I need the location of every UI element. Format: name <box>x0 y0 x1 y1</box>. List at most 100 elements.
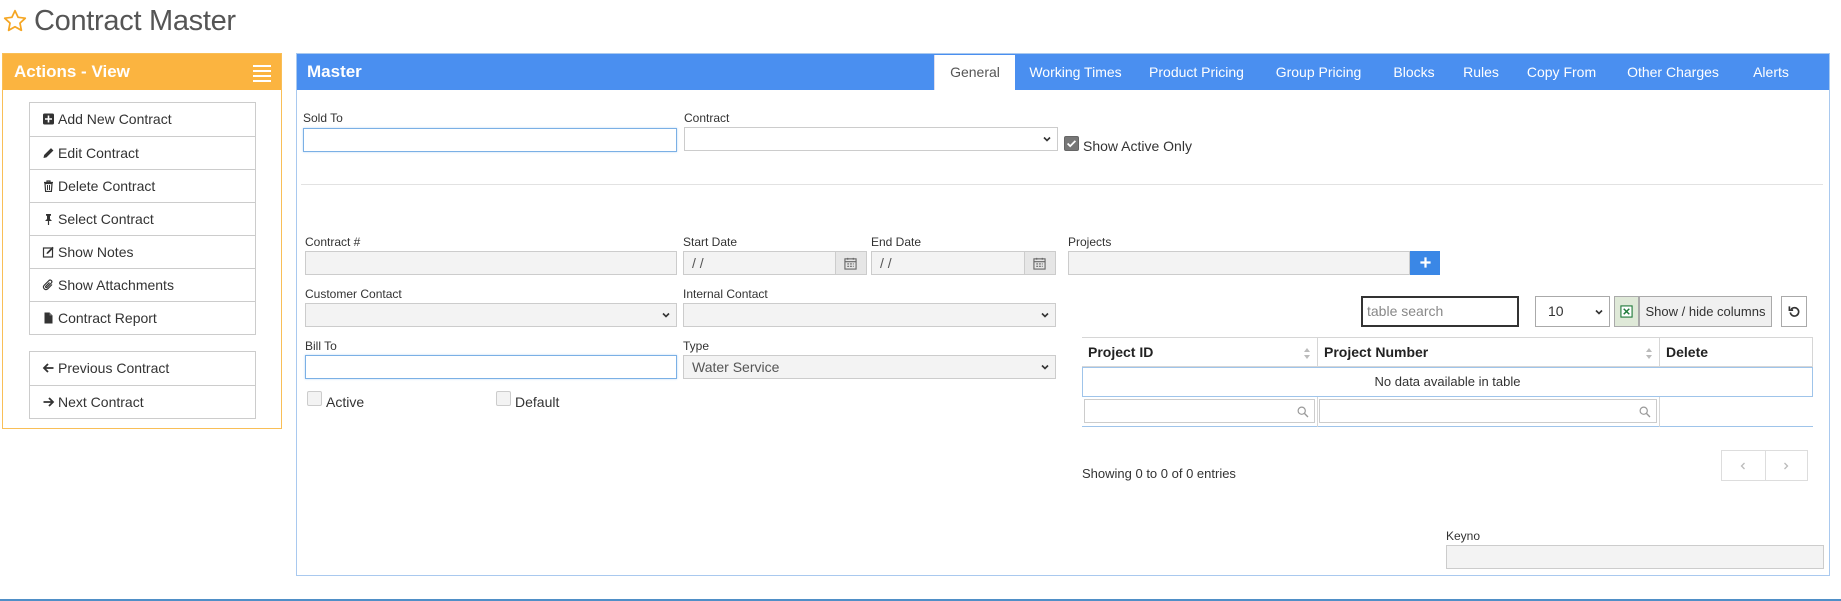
actions-header: Actions - View <box>3 54 281 90</box>
keyno-input[interactable] <box>1446 545 1824 569</box>
show-attachments-button[interactable]: Show Attachments <box>30 268 255 301</box>
table-empty-row: No data available in table <box>1082 367 1813 397</box>
edit-contract-button[interactable]: Edit Contract <box>30 136 255 169</box>
action-list-main: Add New Contract Edit Contract Delete Co… <box>29 102 256 335</box>
tab-alerts[interactable]: Alerts <box>1735 54 1807 91</box>
previous-contract-button[interactable]: Previous Contract <box>30 352 255 385</box>
show-attachments-label: Show Attachments <box>58 277 174 293</box>
show-active-only-label: Show Active Only <box>1083 138 1192 154</box>
tab-other-charges[interactable]: Other Charges <box>1611 54 1735 91</box>
calendar-icon <box>1033 257 1046 270</box>
previous-page-button[interactable] <box>1722 451 1766 480</box>
end-date-input[interactable]: / / <box>871 251 1056 275</box>
menu-icon[interactable] <box>253 65 271 82</box>
master-title: Master <box>307 62 362 81</box>
col-delete: Delete <box>1659 337 1813 367</box>
tab-product-pricing[interactable]: Product Pricing <box>1134 54 1259 91</box>
table-info: Showing 0 to 0 of 0 entries <box>1082 466 1236 481</box>
contract-number-label: Contract # <box>305 235 361 249</box>
end-date-calendar-button[interactable] <box>1024 252 1055 274</box>
page-length-value: 10 <box>1548 303 1564 319</box>
search-icon <box>1297 406 1309 418</box>
refresh-button[interactable] <box>1781 296 1807 327</box>
actions-header-label: Actions - View <box>14 62 130 81</box>
add-new-contract-label: Add New Contract <box>58 111 172 127</box>
search-icon <box>1639 406 1651 418</box>
paperclip-icon <box>42 279 53 291</box>
next-page-button[interactable] <box>1765 451 1808 480</box>
excel-icon <box>1620 305 1633 318</box>
end-date-label: End Date <box>871 235 922 249</box>
tab-blocks[interactable]: Blocks <box>1378 54 1450 91</box>
check-icon <box>1066 140 1077 148</box>
type-select[interactable]: Water Service <box>683 355 1056 379</box>
form-divider <box>301 184 1823 185</box>
table-search-input[interactable]: table search <box>1361 296 1519 327</box>
filter-separator <box>1659 397 1660 427</box>
calendar-icon <box>844 257 857 270</box>
previous-contract-label: Previous Contract <box>58 360 170 376</box>
tab-general[interactable]: General <box>934 55 1015 90</box>
chevron-down-icon <box>1041 312 1049 318</box>
filter-project-id-input[interactable] <box>1084 399 1315 423</box>
col-project-number[interactable]: Project Number <box>1317 337 1659 367</box>
sold-to-input[interactable] <box>303 128 677 152</box>
bill-to-input[interactable] <box>305 355 677 379</box>
contract-report-label: Contract Report <box>58 310 157 326</box>
tab-working-times[interactable]: Working Times <box>1017 54 1134 91</box>
col-project-id[interactable]: Project ID <box>1082 337 1317 367</box>
chevron-down-icon <box>1595 309 1603 315</box>
refresh-icon <box>1788 306 1800 317</box>
arrow-left-icon <box>42 363 54 373</box>
chevron-right-icon <box>1784 462 1789 470</box>
internal-contact-select[interactable] <box>683 303 1056 327</box>
contract-number-input[interactable] <box>305 251 677 275</box>
default-label: Default <box>515 394 560 410</box>
add-new-contract-button[interactable]: Add New Contract <box>30 103 255 136</box>
projects-input[interactable] <box>1068 251 1410 275</box>
tab-group-pricing[interactable]: Group Pricing <box>1259 54 1378 91</box>
chevron-down-icon <box>662 312 670 318</box>
filter-project-number-input[interactable] <box>1319 399 1657 423</box>
next-contract-label: Next Contract <box>58 394 144 410</box>
trash-icon <box>44 180 53 192</box>
next-contract-button[interactable]: Next Contract <box>30 385 255 418</box>
show-hide-columns-button[interactable]: Show / hide columns <box>1639 296 1772 327</box>
contract-report-button[interactable]: Contract Report <box>30 301 255 334</box>
internal-contact-label: Internal Contact <box>683 287 768 301</box>
customer-contact-select[interactable] <box>305 303 677 327</box>
default-checkbox[interactable] <box>496 391 511 406</box>
add-project-button[interactable] <box>1410 251 1440 275</box>
tab-rules[interactable]: Rules <box>1450 54 1512 91</box>
show-active-only-checkbox[interactable] <box>1064 136 1079 151</box>
show-notes-button[interactable]: Show Notes <box>30 235 255 268</box>
filter-separator <box>1317 397 1318 427</box>
export-excel-button[interactable] <box>1614 296 1639 327</box>
tab-copy-from[interactable]: Copy From <box>1512 54 1611 91</box>
delete-contract-button[interactable]: Delete Contract <box>30 169 255 202</box>
active-label: Active <box>326 394 365 410</box>
file-icon <box>44 312 53 324</box>
type-label: Type <box>683 339 710 353</box>
page-length-select[interactable]: 10 <box>1535 296 1610 327</box>
pin-icon <box>45 214 52 225</box>
contract-select[interactable] <box>684 127 1058 151</box>
start-date-label: Start Date <box>683 235 738 249</box>
start-date-input[interactable]: / / <box>683 251 867 275</box>
favorite-star-icon[interactable] <box>2 8 28 34</box>
chevron-left-icon <box>1740 462 1745 470</box>
sort-icon <box>1304 348 1310 359</box>
chevron-down-icon <box>1041 364 1049 370</box>
start-date-calendar-button[interactable] <box>835 252 866 274</box>
start-date-value: / / <box>692 255 704 271</box>
actions-panel: Actions - View Add New Contract Edit Con… <box>2 53 282 429</box>
master-panel: Master General Working Times Product Pri… <box>296 53 1830 576</box>
note-icon <box>42 246 54 258</box>
select-contract-button[interactable]: Select Contract <box>30 202 255 235</box>
end-date-value: / / <box>880 255 892 271</box>
active-checkbox[interactable] <box>307 391 322 406</box>
keyno-label: Keyno <box>1446 529 1481 543</box>
arrow-right-icon <box>43 397 55 407</box>
delete-contract-label: Delete Contract <box>58 178 156 194</box>
plus-icon <box>1419 257 1431 268</box>
